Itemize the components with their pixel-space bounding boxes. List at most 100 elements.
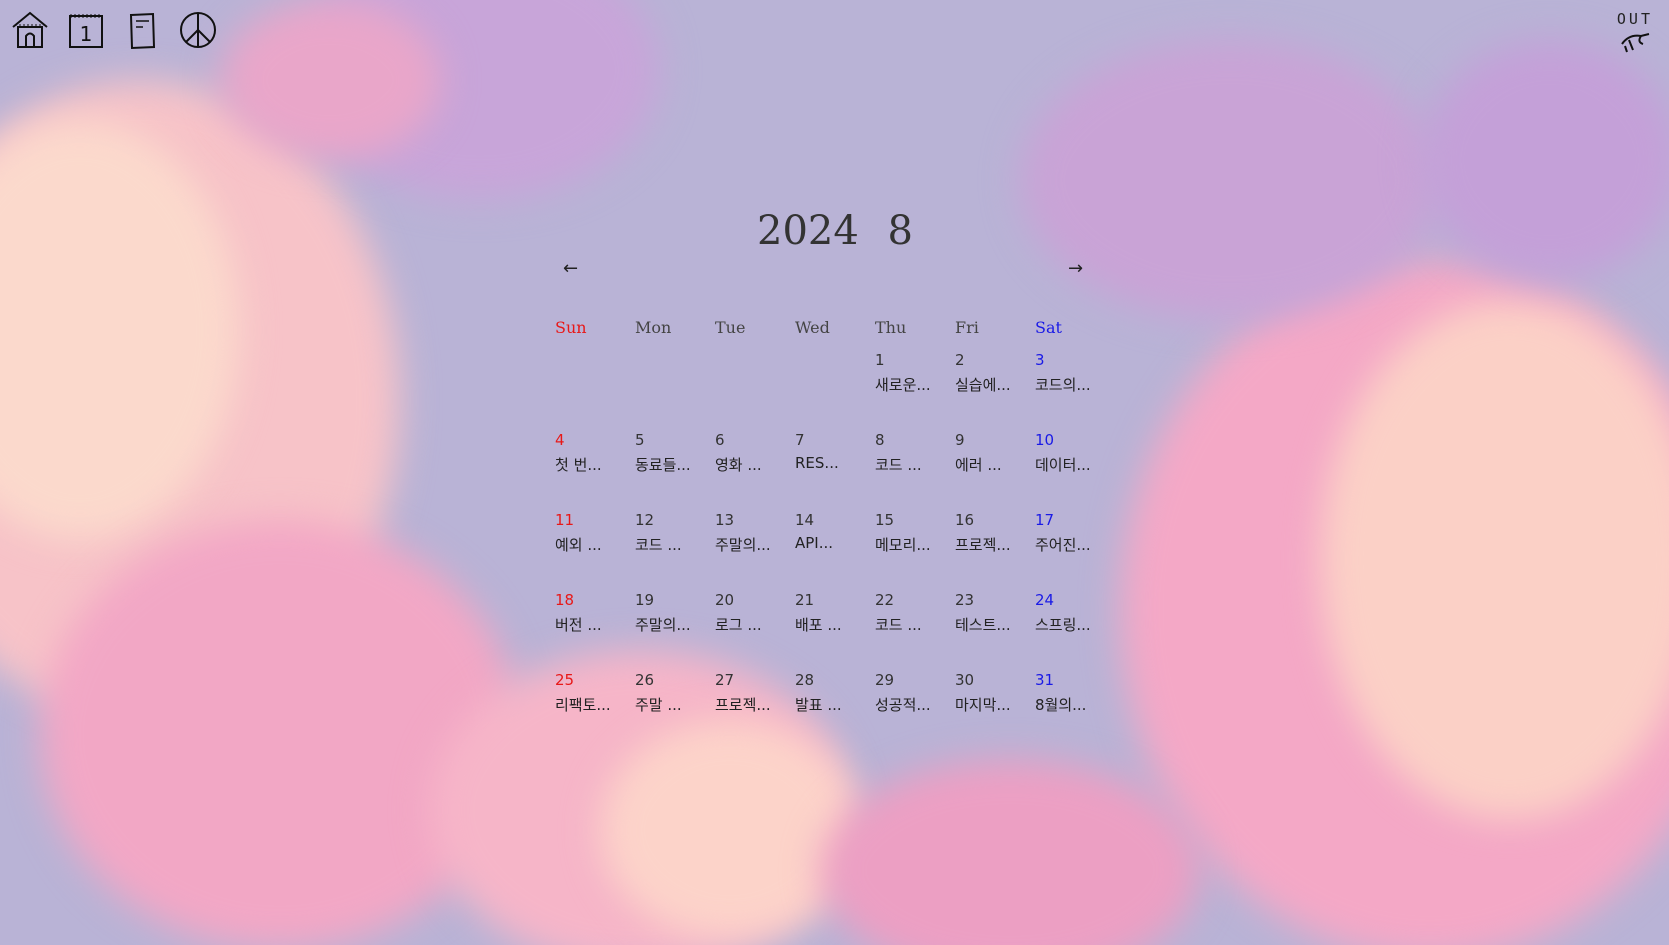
day-number: 28 (795, 671, 815, 689)
day-number: 22 (875, 591, 895, 609)
day-number: 2 (955, 351, 965, 369)
day-number: 31 (1035, 671, 1055, 689)
logout-button[interactable]: OUT (1603, 10, 1653, 58)
day-cell[interactable]: 10 데이터... (1035, 430, 1113, 502)
home-button[interactable] (8, 8, 52, 52)
weekday-label: Sun (555, 318, 587, 337)
event-title: 마지막... (955, 696, 1011, 714)
day-cell[interactable]: 19 주말의... (635, 590, 713, 662)
day-cell[interactable]: 14 API... (795, 510, 873, 582)
day-cell[interactable]: 20 로그 ... (715, 590, 793, 662)
day-cell[interactable]: 1 새로운... (875, 350, 953, 422)
day-cell[interactable]: 18 버전 ... (555, 590, 633, 662)
peace-icon (180, 12, 216, 48)
weekday-label: Thu (875, 318, 907, 337)
day-number: 11 (555, 511, 575, 529)
day-cell[interactable]: 11 예외 ... (555, 510, 633, 582)
day-cell (715, 350, 793, 422)
day-number: 8 (875, 431, 885, 449)
day-number: 15 (875, 511, 895, 529)
day-cell[interactable]: 28 발표 ... (795, 670, 873, 742)
day-cell[interactable]: 2 실습에... (955, 350, 1033, 422)
day-cell[interactable]: 17 주어진... (1035, 510, 1113, 582)
day-cell[interactable]: 27 프로젝... (715, 670, 793, 742)
event-title: 새로운... (875, 376, 931, 394)
day-number: 5 (635, 431, 645, 449)
leaving-hand-icon (1621, 33, 1650, 53)
event-title: API... (795, 534, 834, 552)
day-cell[interactable]: 8 코드 ... (875, 430, 953, 502)
event-title: 로그 ... (715, 616, 762, 634)
calendar-title: 2024 8 (555, 208, 1115, 254)
weekday-label: Tue (715, 318, 746, 337)
day-number: 12 (635, 511, 655, 529)
event-title: 주말의... (715, 536, 771, 554)
day-cell[interactable]: 16 프로젝... (955, 510, 1033, 582)
day-cell[interactable]: 9 에러 ... (955, 430, 1033, 502)
day-cell[interactable]: 24 스프링... (1035, 590, 1113, 662)
day-number: 4 (555, 431, 565, 449)
day-cell[interactable]: 13 주말의... (715, 510, 793, 582)
day-cell (635, 350, 713, 422)
weekday-label: Fri (955, 318, 979, 337)
day-cell[interactable]: 4 첫 번... (555, 430, 633, 502)
day-number: 1 (875, 351, 885, 369)
day-number: 26 (635, 671, 655, 689)
event-title: 주어진... (1035, 536, 1091, 554)
day-number: 21 (795, 591, 815, 609)
day-number: 10 (1035, 431, 1055, 449)
day-cell[interactable]: 29 성공적... (875, 670, 953, 742)
day-cell[interactable]: 5 동료들... (635, 430, 713, 502)
day-cell[interactable]: 12 코드 ... (635, 510, 713, 582)
notes-button[interactable] (120, 8, 164, 52)
event-title: 예외 ... (555, 536, 602, 554)
day-cell[interactable]: 21 배포 ... (795, 590, 873, 662)
day-cell[interactable]: 30 마지막... (955, 670, 1033, 742)
calendar-month: 8 (887, 208, 913, 254)
day-cell (795, 350, 873, 422)
day-number: 16 (955, 511, 975, 529)
event-title: 메모리... (875, 536, 931, 554)
event-title: 코드 ... (875, 456, 922, 474)
day-cell[interactable]: 25 리팩토... (555, 670, 633, 742)
day-cell[interactable]: 7 RES... (795, 430, 873, 502)
day-number: 24 (1035, 591, 1055, 609)
day-number: 3 (1035, 351, 1045, 369)
day-number: 30 (955, 671, 975, 689)
day-number: 23 (955, 591, 975, 609)
next-month-button[interactable]: → (1068, 260, 1083, 278)
day-cell[interactable]: 22 코드 ... (875, 590, 953, 662)
day-number: 9 (955, 431, 965, 449)
weekday-label: Sat (1035, 318, 1062, 337)
event-title: 발표 ... (795, 696, 842, 714)
calendar-button[interactable]: 1 (64, 8, 108, 52)
event-title: 8월의... (1035, 696, 1087, 714)
day-number: 17 (1035, 511, 1055, 529)
day-cell[interactable]: 26 주말 ... (635, 670, 713, 742)
prev-month-button[interactable]: ← (563, 260, 578, 278)
event-title: 주말 ... (635, 696, 682, 714)
day-cell[interactable]: 23 테스트... (955, 590, 1033, 662)
day-cell (555, 350, 633, 422)
note-icon (129, 12, 156, 50)
peace-button[interactable] (176, 8, 220, 52)
day-cell[interactable]: 15 메모리... (875, 510, 953, 582)
calendar-icon-number: 1 (80, 22, 93, 46)
event-title: 영화 ... (715, 456, 762, 474)
event-title: 첫 번... (555, 456, 602, 474)
event-title: 코드의... (1035, 376, 1091, 394)
day-number: 25 (555, 671, 575, 689)
event-title: 실습에... (955, 376, 1011, 394)
day-cell[interactable]: 6 영화 ... (715, 430, 793, 502)
day-cell[interactable]: 31 8월의... (1035, 670, 1113, 742)
event-title: 프로젝... (715, 696, 771, 714)
event-title: 배포 ... (795, 616, 842, 634)
top-nav: 1 (8, 8, 220, 52)
event-title: 테스트... (955, 616, 1011, 634)
day-number: 6 (715, 431, 725, 449)
day-number: 27 (715, 671, 735, 689)
calendar-icon: 1 (69, 14, 103, 48)
event-title: 데이터... (1035, 456, 1091, 474)
day-cell[interactable]: 3 코드의... (1035, 350, 1113, 422)
weekday-label: Mon (635, 318, 672, 337)
